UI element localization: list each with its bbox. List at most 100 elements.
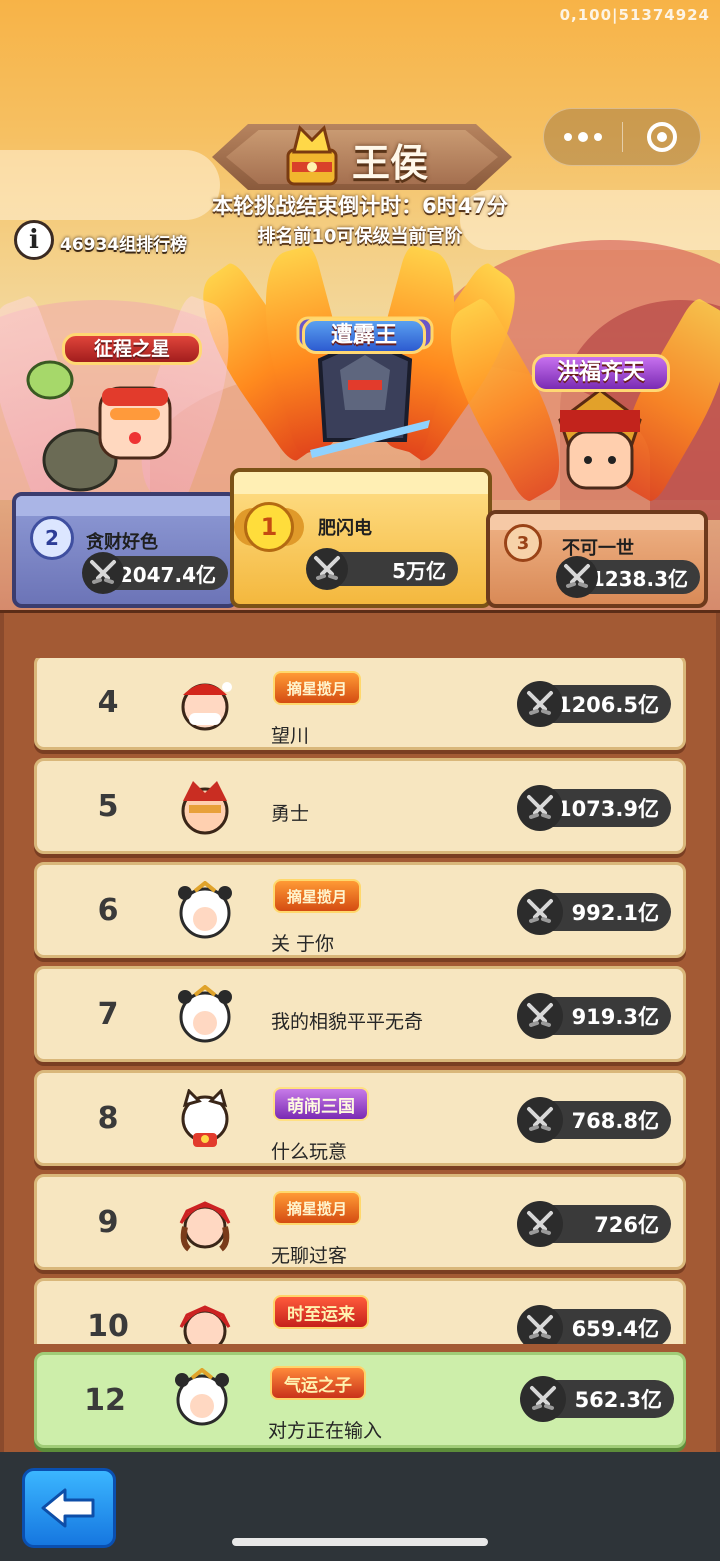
crossed-swords-icon: [517, 889, 563, 935]
power-value: 2047.4亿: [82, 552, 228, 594]
player-name: 肥闪电: [318, 518, 372, 539]
crossed-swords-icon: [520, 1376, 566, 1422]
player-avatar: [181, 682, 232, 731]
home-indicator[interactable]: [232, 1538, 488, 1546]
podium-top: [234, 472, 488, 494]
power-text: 2047.4亿: [118, 562, 216, 587]
row-player-name: 什么玩意: [271, 1141, 348, 1163]
power-value: 1238.3亿: [556, 556, 700, 598]
rank-title: 王侯: [352, 141, 429, 185]
table-row[interactable]: 9 摘星揽月 无聊过客 726亿: [34, 1174, 686, 1270]
crossed-swords-icon: [517, 681, 563, 727]
power-text: 768.8亿: [571, 1109, 659, 1133]
power-text: 726亿: [594, 1213, 659, 1237]
table-row[interactable]: 10 时至运来 659.4亿: [34, 1278, 686, 1344]
second-character: [26, 360, 172, 492]
rank-medal-1: 1: [244, 502, 294, 552]
crossed-swords-icon: [517, 785, 563, 831]
player-avatar: [179, 1305, 231, 1344]
row-rank: 9: [97, 1204, 119, 1240]
row-power: 992.1亿: [517, 889, 671, 935]
row-power: 562.3亿: [520, 1376, 674, 1422]
honor-badge: 摘星揽月: [273, 879, 362, 913]
power-text: 1238.3亿: [590, 566, 688, 591]
player-avatar: [181, 1089, 229, 1147]
bottom-bar: [0, 1452, 720, 1561]
honor-badge: 萌闹三国: [273, 1087, 369, 1121]
crossed-swords-icon: [517, 1305, 563, 1344]
crossed-swords-icon: [517, 1201, 563, 1247]
power-text: 659.4亿: [571, 1317, 659, 1341]
player-avatar: [178, 985, 232, 1043]
honor-badge: 摘星揽月: [273, 671, 362, 705]
row-player-name: 我的相貌平平无奇: [271, 1011, 424, 1033]
player-name: 贪财好色: [86, 532, 158, 553]
table-row[interactable]: 5 勇士 1073.9亿: [34, 758, 686, 854]
row-power: 1206.5亿: [517, 681, 671, 727]
row-rank: 12: [84, 1382, 126, 1418]
row-rank: 10: [87, 1308, 129, 1344]
more-options-icon[interactable]: [544, 109, 622, 165]
row-rank: 5: [97, 788, 119, 824]
row-rank: 6: [97, 892, 119, 928]
honor-badge: 时至运来: [273, 1295, 369, 1329]
target-icon: [646, 122, 677, 152]
row-power: 919.3亿: [517, 993, 671, 1039]
third-character: [558, 390, 642, 490]
power-text: 919.3亿: [571, 1005, 659, 1029]
honor-badge: 摘星揽月: [273, 1191, 362, 1225]
my-rank-row[interactable]: 12 气运之子 对方正在输入 562.3亿: [34, 1352, 686, 1448]
row-player-name: 对方正在输入: [268, 1420, 383, 1442]
crossed-swords-icon: [517, 993, 563, 1039]
row-power: 726亿: [517, 1201, 671, 1247]
player-avatar: [179, 1201, 231, 1252]
player-avatar: [175, 1368, 229, 1426]
player-avatar: [178, 881, 232, 939]
second-title-badge: 征程之星: [62, 333, 202, 365]
power-value: 5万亿: [306, 548, 458, 590]
row-rank: 4: [97, 684, 119, 720]
power-text: 992.1亿: [571, 901, 659, 925]
info-icon[interactable]: i: [14, 220, 54, 260]
crossed-swords-icon: [82, 552, 124, 594]
honor-badge: 气运之子: [270, 1366, 366, 1400]
countdown-text: 本轮挑战结束倒计时：6时47分: [212, 194, 508, 218]
podium-second[interactable]: 2 贪财好色 2047.4亿: [12, 492, 238, 608]
rank-medal-2: 2: [30, 516, 74, 560]
row-power: 659.4亿: [517, 1305, 671, 1344]
power-text: 1073.9亿: [556, 797, 659, 821]
leaderboard-list[interactable]: 4 摘星揽月 望川 1206.5亿 5 勇士 1073.9亿 6 摘星揽月 关 …: [0, 658, 720, 1344]
power-text: 5万亿: [392, 558, 446, 583]
close-miniprogram-button[interactable]: [623, 122, 700, 152]
rank-crown-icon: [286, 125, 338, 186]
table-row[interactable]: 4 摘星揽月 望川 1206.5亿: [34, 658, 686, 750]
crossed-swords-icon: [306, 548, 348, 590]
build-id: 0,100|51374924: [559, 6, 710, 24]
row-player-name: 无聊过客: [271, 1245, 348, 1267]
row-player-name: 关 于你: [271, 933, 335, 955]
podium-first[interactable]: 1 肥闪电 5万亿: [230, 468, 492, 608]
podium-top: [16, 496, 234, 516]
row-player-name: 望川: [271, 725, 310, 747]
champion-title-badge: 遭霹王: [302, 318, 426, 354]
miniprogram-capsule: [543, 108, 701, 166]
table-row[interactable]: 8 萌闹三国 什么玩意 768.8亿: [34, 1070, 686, 1166]
player-avatar: [181, 781, 229, 835]
third-title-badge: 洪福齐天: [532, 354, 670, 392]
table-row[interactable]: 7 我的相貌平平无奇 919.3亿: [34, 966, 686, 1062]
power-text: 1206.5亿: [556, 693, 659, 717]
back-arrow-icon: [41, 1488, 95, 1528]
row-player-name: 勇士: [271, 803, 310, 825]
row-power: 1073.9亿: [517, 785, 671, 831]
crossed-swords-icon: [556, 556, 598, 598]
podium-third[interactable]: 3 不可一世 1238.3亿: [486, 510, 708, 608]
row-rank: 8: [97, 1100, 119, 1136]
power-text: 562.3亿: [574, 1388, 662, 1412]
crossed-swords-icon: [517, 1097, 563, 1143]
group-count: 46934组排行榜: [60, 235, 188, 255]
back-button[interactable]: [22, 1468, 116, 1548]
row-rank: 7: [97, 996, 119, 1032]
rank-medal-3: 3: [504, 524, 542, 562]
row-power: 768.8亿: [517, 1097, 671, 1143]
table-row[interactable]: 6 摘星揽月 关 于你 992.1亿: [34, 862, 686, 958]
